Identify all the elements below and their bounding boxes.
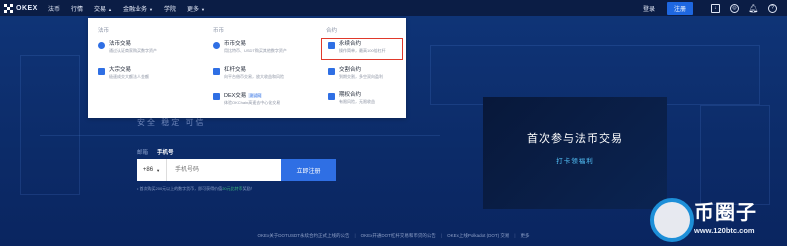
logo-mark-icon xyxy=(4,3,13,13)
menu-item-spot-trade[interactable]: 币币交易 用比特币、USDT购买其他数字资产 xyxy=(213,41,287,54)
watermark-url: www.120btc.com xyxy=(694,226,755,235)
phone-register-form: +86 ▼ 立即注册 xyxy=(137,159,336,181)
menu-item-title: DEX交易 xyxy=(224,93,247,99)
column-title-contracts: 合约 xyxy=(326,28,338,34)
menu-item-perpetual-swap[interactable]: 永续合约 操作简单，最高100倍杠杆 xyxy=(328,41,386,54)
coin-icon xyxy=(213,42,220,49)
menu-item-desc: 到期交割，多空双向盈利 xyxy=(339,74,383,79)
menu-item-title: 杠杆交易 xyxy=(224,67,247,73)
caret-down-icon: ▼ xyxy=(149,6,153,12)
menu-item-block-trade[interactable]: 大宗交易 极速成交大额法人金额 xyxy=(98,67,149,80)
menu-item-futures[interactable]: 交割合约 到期交割，多空双向盈利 xyxy=(328,67,383,80)
register-now-button[interactable]: 立即注册 xyxy=(281,159,336,181)
bonus-note-pre: • 首次购买200元以上的数字货币，即可获得价值 xyxy=(137,186,223,191)
promo-subtitle: 打卡领福利 xyxy=(556,157,594,165)
menu-item-title: 大宗交易 xyxy=(109,67,132,73)
dex-icon xyxy=(213,93,220,100)
announcement-item[interactable]: OKEx上线Polkadot (DOT) 交易 xyxy=(447,233,509,239)
register-tabs: 邮箱 手机号 xyxy=(137,148,174,156)
menu-item-title: 期权合约 xyxy=(339,92,362,98)
globe-icon[interactable]: ◎ xyxy=(730,3,739,13)
announcement-more-link[interactable]: 更多 xyxy=(521,233,530,239)
menu-item-title: 交割合约 xyxy=(339,67,362,73)
announcement-item[interactable]: OKEx开通DOT杠杆交易和币贷的公告 xyxy=(361,233,436,239)
nav-more[interactable]: 更多 ▼ xyxy=(187,4,205,13)
promo-title: 首次参与法币交易 xyxy=(527,132,623,145)
help-icon[interactable]: ? xyxy=(768,3,777,13)
menu-item-desc: 极速成交大额法人金额 xyxy=(109,74,149,79)
hero-slogan: 安全 稳定 可信 xyxy=(137,118,206,127)
nav-finance[interactable]: 金融业务 ▼ xyxy=(123,4,153,13)
menu-item-desc: 操作简单，最高100倍杠杆 xyxy=(339,48,386,53)
register-button[interactable]: 注册 xyxy=(666,1,693,15)
menu-item-desc: 通过认证商家购买数字资产 xyxy=(109,48,157,53)
logo-text: OKEX xyxy=(16,4,38,12)
menu-item-fiat-trade[interactable]: 法币交易 通过认证商家购买数字资产 xyxy=(98,41,157,54)
testnet-badge: 测试网 xyxy=(248,93,263,98)
caret-up-icon: ▲ xyxy=(108,6,113,12)
country-code-select[interactable]: +86 ▼ xyxy=(137,159,167,181)
phone-input[interactable] xyxy=(167,159,281,181)
leverage-icon xyxy=(213,68,220,75)
login-link[interactable]: 登录 xyxy=(643,4,655,13)
download-icon[interactable]: ↓ xyxy=(711,3,720,13)
announcement-item[interactable]: OKEx关于DOTUSDT永续合约正式上线的公告 xyxy=(257,233,349,239)
nav-markets[interactable]: 行情 xyxy=(71,4,83,13)
options-icon xyxy=(328,93,335,100)
column-title-fiat: 法币 xyxy=(98,28,110,34)
nav-academy[interactable]: 学院 xyxy=(164,4,176,13)
promo-banner[interactable]: 首次参与法币交易 打卡领福利 xyxy=(483,97,667,209)
tab-phone[interactable]: 手机号 xyxy=(157,148,174,156)
menu-item-desc: 向平台借币交易，放大收益和风险 xyxy=(224,74,284,79)
menu-item-title: 币币交易 xyxy=(224,41,247,47)
okex-logo[interactable]: OKEX xyxy=(4,3,48,13)
country-code-value: +86 xyxy=(142,167,154,173)
menu-item-desc: 用比特币、USDT购买其他数字资产 xyxy=(224,48,287,53)
tab-email[interactable]: 邮箱 xyxy=(137,148,148,156)
watermark-logo-icon xyxy=(650,198,694,242)
bonus-note-highlight: 20元比特币 xyxy=(222,186,243,191)
divider: | xyxy=(354,233,356,238)
perpetual-icon xyxy=(328,42,335,49)
menu-item-dex-trade[interactable]: DEX交易 测试网 体验OKChain高速去中心化交易 xyxy=(213,92,280,106)
nav-more-label: 更多 xyxy=(187,6,200,13)
menu-item-margin-trade[interactable]: 杠杆交易 向平台借币交易，放大收益和风险 xyxy=(213,67,284,80)
caret-down-icon: ▼ xyxy=(201,6,205,12)
column-title-spot: 币币 xyxy=(213,28,225,34)
futures-icon xyxy=(328,68,335,75)
watermark: 币圈子 www.120btc.com xyxy=(650,196,787,246)
nav-fiat[interactable]: 法币 xyxy=(48,4,60,13)
divider: | xyxy=(514,233,516,238)
watermark-brand: 币圈子 xyxy=(694,202,757,224)
chevron-down-icon: ▼ xyxy=(156,167,161,173)
nav-trade-label: 交易 xyxy=(94,6,107,13)
bell-icon[interactable]: 🔔︎ xyxy=(748,4,758,13)
trade-dropdown-menu: 法币 法币交易 通过认证商家购买数字资产 大宗交易 极速成交大额法人金额 币币 … xyxy=(88,18,406,118)
bonus-note-post: 奖励！ xyxy=(242,186,255,191)
menu-item-desc: 体验OKChain高速去中心化交易 xyxy=(224,100,281,105)
nav-trade[interactable]: 交易 ▲ xyxy=(94,4,112,13)
block-trade-icon xyxy=(98,68,105,75)
top-navbar: OKEX 法币 行情 交易 ▲ 金融业务 ▼ 学院 更多 ▼ 登录 注册 ↓ ◎ 🔔︎… xyxy=(0,0,787,16)
menu-item-desc: 有限风险，无限收益 xyxy=(339,99,375,104)
menu-item-title-row: DEX交易 测试网 xyxy=(224,92,280,100)
divider: | xyxy=(440,233,443,238)
menu-item-title: 法币交易 xyxy=(109,41,132,47)
nav-finance-label: 金融业务 xyxy=(123,6,148,13)
bonus-note: • 首次购买200元以上的数字货币，即可获得价值20元比特币奖励！ xyxy=(137,186,255,192)
dollar-icon xyxy=(98,42,105,49)
menu-item-title: 永续合约 xyxy=(339,41,362,47)
menu-item-options[interactable]: 期权合约 有限风险，无限收益 xyxy=(328,92,375,105)
